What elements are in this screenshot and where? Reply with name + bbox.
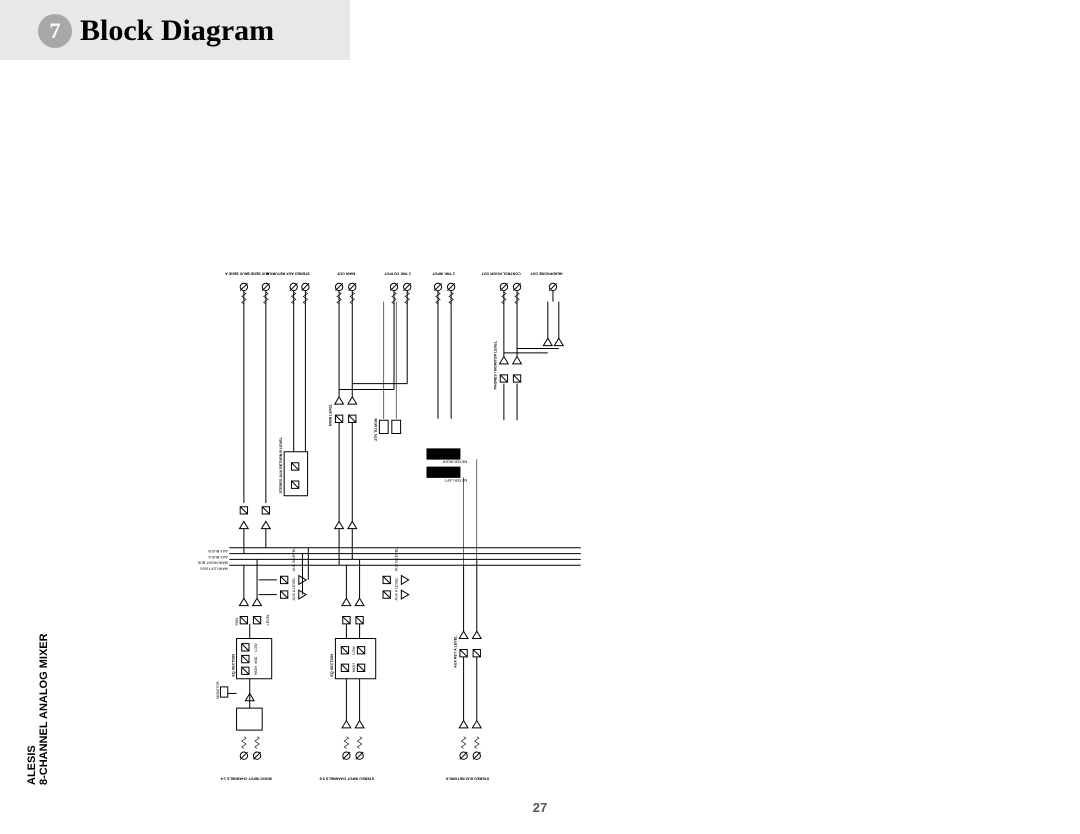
mix-buses: MAIN LEFT BUS MAIN RIGHT BUS AUX BUS A A…	[197, 548, 581, 571]
svg-text:METER RIGHT: METER RIGHT	[441, 460, 467, 464]
svg-text:STEREO INPUT CHANNELS 5-8: STEREO INPUT CHANNELS 5-8	[320, 777, 375, 781]
svg-text:2 TRK OUTPUT: 2 TRK OUTPUT	[383, 271, 410, 275]
svg-text:AUX BUS A: AUX BUS A	[208, 555, 228, 559]
svg-text:AUX A LEVEL: AUX A LEVEL	[292, 577, 296, 600]
svg-text:LOW: LOW	[254, 643, 258, 652]
svg-text:LOW: LOW	[352, 646, 356, 655]
brand-text: ALESIS	[26, 745, 38, 785]
svg-text:LEVEL: LEVEL	[266, 614, 270, 625]
page: 7 Block Diagram ALESIS 8-CHANNEL ANALOG …	[0, 0, 1080, 834]
svg-text:HIGH: HIGH	[352, 663, 356, 673]
page-number: 27	[0, 800, 1080, 815]
svg-text:MONO INPUT CHANNELS 1-4: MONO INPUT CHANNELS 1-4	[220, 777, 272, 781]
svg-text:AUX SEND A: AUX SEND A	[225, 271, 248, 275]
svg-text:CONTROL ROOM OUT: CONTROL ROOM OUT	[481, 271, 521, 275]
svg-text:MAIN LEVEL: MAIN LEVEL	[329, 403, 333, 426]
svg-text:PHONES / MONITOR LEVEL: PHONES / MONITOR LEVEL	[494, 340, 498, 389]
master-section: STEREO AUX RETURN B LEVEL MAIN LEVEL 2TK…	[239, 302, 563, 566]
svg-text:AUX BUS B: AUX BUS B	[208, 549, 228, 553]
schematic-svg: MONO INPUT CHANNELS 1-4 EQ SECTION HIGH …	[50, 265, 760, 785]
svg-text:AUX A LEVEL: AUX A LEVEL	[395, 577, 399, 600]
svg-text:MAIN OUT: MAIN OUT	[336, 271, 355, 275]
svg-text:AUX SEND B: AUX SEND B	[247, 271, 270, 275]
svg-text:STEREO AUX RETURN A: STEREO AUX RETURN A	[445, 777, 489, 781]
svg-text:MAIN RIGHT BUS: MAIN RIGHT BUS	[197, 561, 228, 565]
svg-text:AUX RET A LEVEL: AUX RET A LEVEL	[453, 635, 457, 668]
svg-text:STEREO AUX RETURN B LEVEL: STEREO AUX RETURN B LEVEL	[279, 436, 283, 493]
aux-return-a-block: STEREO AUX RETURN A AUX RET A LEVEL	[445, 559, 489, 780]
product-text: 8-CHANNEL ANALOG MIXER	[38, 633, 50, 785]
svg-text:2 TRK INPUT: 2 TRK INPUT	[431, 271, 454, 275]
chapter-title: Block Diagram	[80, 14, 274, 48]
stereo-input-block: STEREO INPUT CHANNELS 5-8 EQ SECTION HIG…	[320, 548, 409, 781]
svg-text:MONITOR: MONITOR	[216, 681, 220, 699]
svg-text:PAN: PAN	[235, 618, 239, 626]
svg-text:MID: MID	[254, 656, 258, 663]
svg-text:2TK TO MON: 2TK TO MON	[374, 418, 378, 441]
chapter-number-badge: 7	[38, 14, 72, 48]
mono-input-block: MONO INPUT CHANNELS 1-4 EQ SECTION HIGH …	[216, 548, 308, 781]
svg-text:HEADPHONE OUT: HEADPHONE OUT	[530, 271, 563, 275]
block-diagram: ALESIS 8-CHANNEL ANALOG MIXER MONO INPUT…	[50, 75, 570, 785]
diagram-brand-line: ALESIS 8-CHANNEL ANALOG MIXER	[26, 633, 50, 785]
svg-text:EQ SECTION: EQ SECTION	[231, 654, 235, 677]
svg-text:MAIN LEFT BUS: MAIN LEFT BUS	[200, 566, 228, 570]
svg-text:EQ SECTION: EQ SECTION	[330, 654, 334, 677]
svg-text:HIGH: HIGH	[254, 666, 258, 676]
svg-text:STEREO AUX RETURN B: STEREO AUX RETURN B	[266, 271, 310, 275]
